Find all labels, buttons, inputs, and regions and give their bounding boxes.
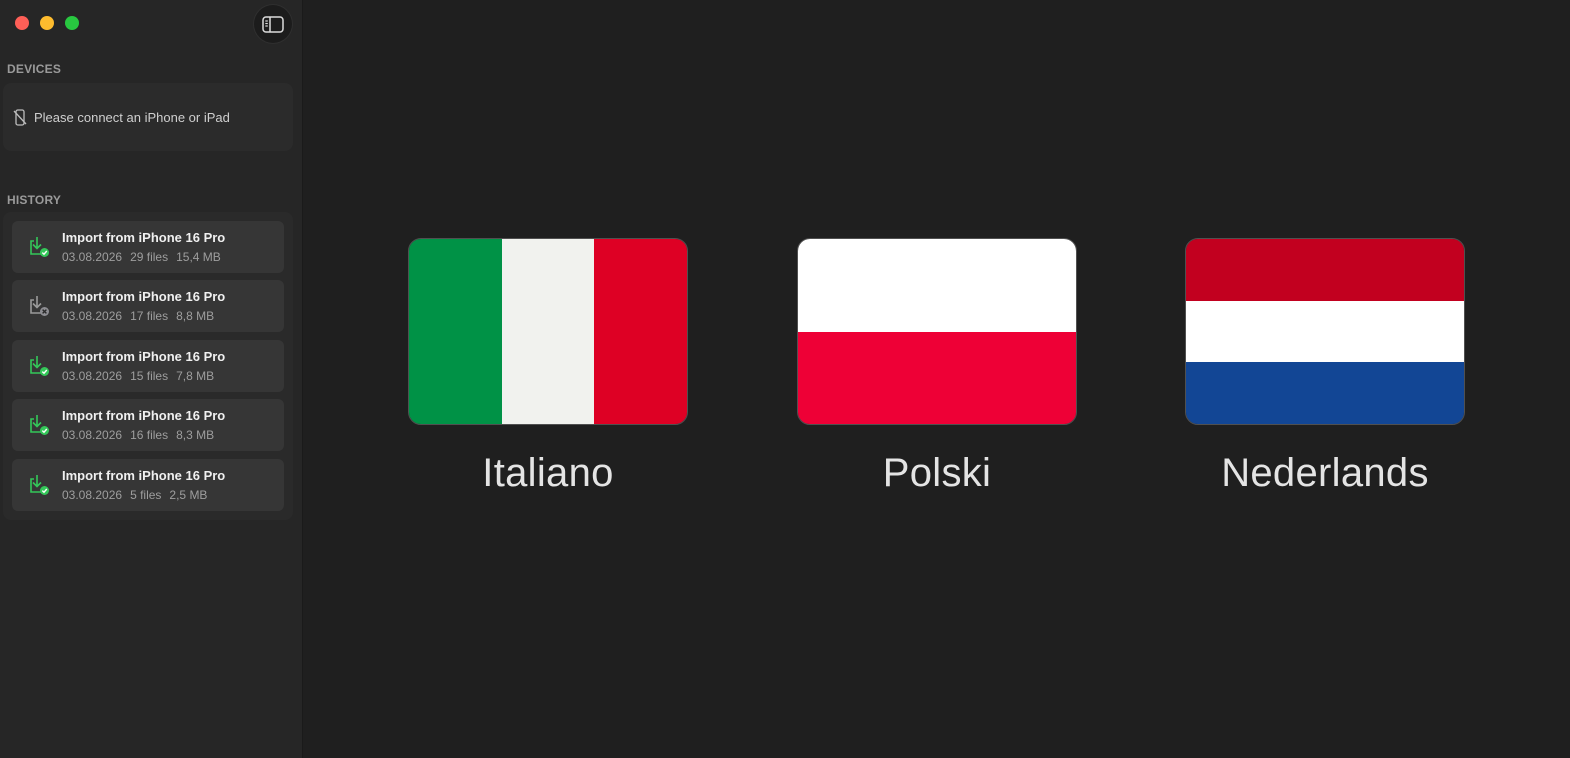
history-item-title: Import from iPhone 16 Pro <box>62 230 226 245</box>
iphone-slash-icon <box>13 109 27 126</box>
minimize-window-button[interactable] <box>40 16 54 30</box>
language-option-polski[interactable]: Polski <box>797 238 1077 496</box>
history-item-files: 17 files <box>130 309 169 323</box>
history-item-meta: 03.08.2026 17 files 8,8 MB <box>62 309 222 323</box>
history-item-meta: 03.08.2026 16 files 8,3 MB <box>62 428 222 442</box>
netherlands-flag-icon[interactable] <box>1185 238 1465 425</box>
history-item[interactable]: Import from iPhone 16 Pro 03.08.2026 29 f… <box>12 221 284 273</box>
history-item-files: 29 files <box>130 250 169 264</box>
download-success-icon <box>30 415 49 435</box>
language-label[interactable]: Italiano <box>408 451 688 496</box>
devices-section-label: DEVICES <box>7 62 62 76</box>
history-item-title: Import from iPhone 16 Pro <box>62 349 226 364</box>
flag-stripe <box>1186 239 1464 301</box>
language-label[interactable]: Nederlands <box>1185 451 1465 496</box>
close-window-button[interactable] <box>15 16 29 30</box>
language-option-italiano[interactable]: Italiano <box>408 238 688 496</box>
history-item-date: 03.08.2026 <box>62 309 123 323</box>
history-item-date: 03.08.2026 <box>62 250 123 264</box>
flag-stripe <box>798 239 1076 332</box>
download-failed-icon <box>30 296 49 316</box>
history-item-files: 16 files <box>130 428 169 442</box>
flag-stripe <box>594 239 687 424</box>
history-item-files: 5 files <box>130 488 162 502</box>
history-item-size: 7,8 MB <box>176 369 215 383</box>
history-item[interactable]: Import from iPhone 16 Pro 03.08.2026 5 fi… <box>12 459 284 511</box>
history-item-size: 15,4 MB <box>176 250 221 264</box>
history-item-meta: 03.08.2026 29 files 15,4 MB <box>62 250 229 264</box>
flag-stripe <box>798 331 1076 424</box>
history-item-meta: 03.08.2026 5 files 2,5 MB <box>62 488 215 502</box>
flag-stripe <box>501 239 595 424</box>
history-item[interactable]: Import from iPhone 16 Pro 03.08.2026 17 f… <box>12 280 284 332</box>
flag-stripe <box>1186 300 1464 363</box>
devices-empty-text: Please connect an iPhone or iPad <box>34 110 230 125</box>
zoom-window-button[interactable] <box>65 16 79 30</box>
sidebar-toggle-button[interactable] <box>254 5 292 43</box>
devices-empty-state: Please connect an iPhone or iPad <box>13 109 230 126</box>
history-item-title: Import from iPhone 16 Pro <box>62 289 226 304</box>
download-success-icon <box>30 356 49 376</box>
language-label[interactable]: Polski <box>797 451 1077 496</box>
history-item-size: 8,8 MB <box>176 309 215 323</box>
history-item-meta: 03.08.2026 15 files 7,8 MB <box>62 369 222 383</box>
download-success-icon <box>30 237 49 257</box>
italy-flag-icon[interactable] <box>408 238 688 425</box>
history-item-size: 2,5 MB <box>169 488 208 502</box>
history-item-date: 03.08.2026 <box>62 488 123 502</box>
history-list: Import from iPhone 16 Pro 03.08.2026 29 f… <box>3 212 293 520</box>
download-success-icon <box>30 475 49 495</box>
history-item[interactable]: Import from iPhone 16 Pro 03.08.2026 15 f… <box>12 340 284 392</box>
history-item-title: Import from iPhone 16 Pro <box>62 408 226 423</box>
sidebar-toggle-icon <box>262 15 284 33</box>
history-item-size: 8,3 MB <box>176 428 215 442</box>
flag-stripe <box>1186 362 1464 424</box>
history-item-files: 15 files <box>130 369 169 383</box>
history-item[interactable]: Import from iPhone 16 Pro 03.08.2026 16 f… <box>12 399 284 451</box>
history-section-label: HISTORY <box>7 193 62 207</box>
poland-flag-icon[interactable] <box>797 238 1077 425</box>
sidebar: DEVICES Please connect an iPhone or iPad… <box>0 0 303 758</box>
history-item-title: Import from iPhone 16 Pro <box>62 468 226 483</box>
history-item-date: 03.08.2026 <box>62 369 123 383</box>
history-item-date: 03.08.2026 <box>62 428 123 442</box>
language-picker: Italiano Polski Nederlands <box>303 0 1570 758</box>
devices-panel: Please connect an iPhone or iPad <box>3 83 293 151</box>
flag-stripe <box>409 239 502 424</box>
language-option-nederlands[interactable]: Nederlands <box>1185 238 1465 496</box>
app-window: DEVICES Please connect an iPhone or iPad… <box>0 0 1570 758</box>
window-controls <box>15 16 79 30</box>
